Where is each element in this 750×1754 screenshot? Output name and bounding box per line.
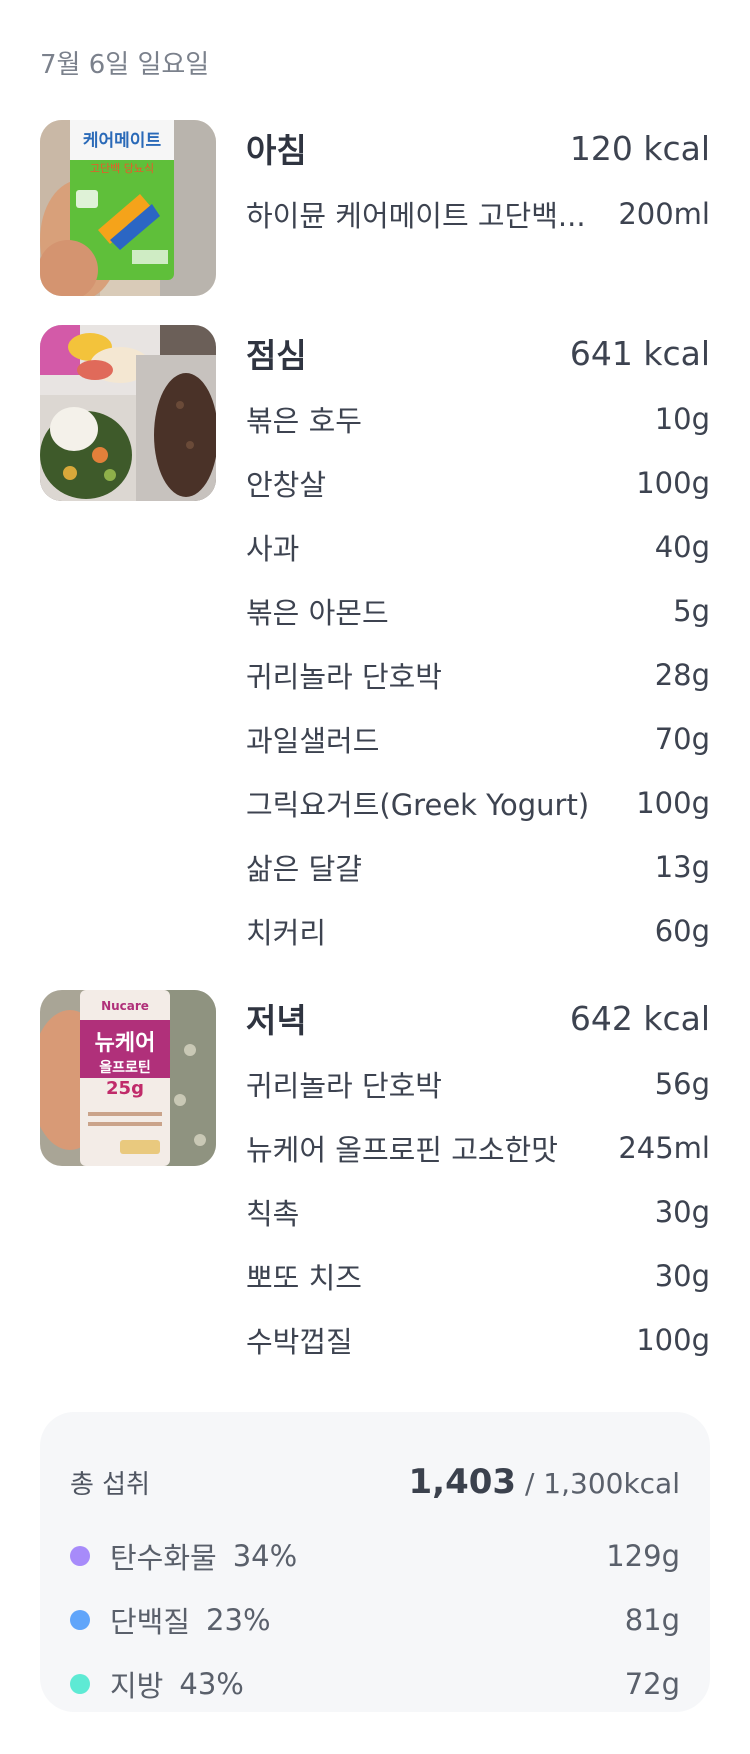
- macro-fat: 지방 43% 72g: [70, 1660, 680, 1708]
- bottle-product-label: 올프로틴: [99, 1059, 151, 1076]
- drink-carton-photo-icon: 케어메이트 고단백 당뇨식: [40, 120, 216, 296]
- lunch-photo[interactable]: [40, 325, 216, 501]
- goal-kcal-value: / 1,300kcal: [524, 1467, 680, 1500]
- bottle-name-label: 뉴케어: [95, 1031, 156, 1056]
- food-name: 볶은 호두: [246, 404, 362, 438]
- date-header: 7월 6일 일요일: [40, 50, 210, 80]
- bottle-protein-label: 25g: [106, 1078, 144, 1099]
- food-item[interactable]: 하이뮨 케어메이트 고단백... 200ml: [246, 182, 710, 246]
- summary-total: 1,403 / 1,300kcal: [409, 1462, 681, 1502]
- macro-amount: 72g: [624, 1667, 680, 1701]
- intake-summary-card: 총 섭취 1,403 / 1,300kcal 탄수화물 34% 129g 단백질…: [40, 1412, 710, 1712]
- food-list: 하이뮨 케어메이트 고단백... 200ml: [246, 176, 710, 246]
- food-amount: 60g: [654, 914, 710, 948]
- macro-name: 지방: [110, 1669, 164, 1703]
- food-name: 뉴케어 올프로핀 고소한맛: [246, 1133, 558, 1167]
- food-list: 귀리놀라 단호박 56g 뉴케어 올프로핀 고소한맛 245ml 칙촉 30g …: [246, 1046, 710, 1372]
- food-name: 볶은 아몬드: [246, 596, 389, 630]
- food-amount: 30g: [654, 1195, 710, 1229]
- breakfast-photo[interactable]: 케어메이트 고단백 당뇨식: [40, 120, 216, 296]
- food-item[interactable]: 수박껍질 100g: [246, 1308, 710, 1372]
- food-name: 안창살: [246, 468, 327, 502]
- meal-title: 아침: [246, 131, 307, 170]
- food-amount: 100g: [636, 466, 710, 500]
- food-item[interactable]: 칙촉 30g: [246, 1180, 710, 1244]
- food-amount: 100g: [636, 1323, 710, 1357]
- macro-percent: 34%: [232, 1539, 298, 1573]
- protein-drink-photo-icon: Nucare 뉴케어 올프로틴 25g: [40, 990, 216, 1166]
- food-amount: 56g: [654, 1067, 710, 1101]
- food-name: 칙촉: [246, 1197, 300, 1231]
- macro-percent: 43%: [179, 1667, 244, 1701]
- meal-kcal: 641 kcal: [569, 333, 710, 373]
- macro-carbs: 탄수화물 34% 129g: [70, 1532, 680, 1580]
- food-amount: 245ml: [618, 1131, 710, 1165]
- carton-sub-label: 고단백 당뇨식: [90, 162, 154, 175]
- food-amount: 100g: [636, 786, 710, 820]
- food-item[interactable]: 뽀또 치즈 30g: [246, 1244, 710, 1308]
- food-item[interactable]: 그릭요거트(Greek Yogurt) 100g: [246, 771, 710, 835]
- bottle-brand-label: Nucare: [101, 999, 149, 1013]
- food-item[interactable]: 귀리놀라 단호박 28g: [246, 643, 710, 707]
- food-name: 수박껍질: [246, 1325, 353, 1359]
- macro-amount: 81g: [624, 1603, 680, 1637]
- fat-dot-icon: [70, 1674, 90, 1694]
- food-amount: 28g: [654, 658, 710, 692]
- food-item[interactable]: 뉴케어 올프로핀 고소한맛 245ml: [246, 1116, 710, 1180]
- food-name: 치커리: [246, 916, 327, 950]
- summary-title: 총 섭취: [70, 1470, 151, 1500]
- food-item[interactable]: 과일샐러드 70g: [246, 707, 710, 771]
- food-amount: 10g: [654, 402, 710, 436]
- food-item[interactable]: 안창살 100g: [246, 451, 710, 515]
- lunch-container-photo-icon: [40, 325, 216, 501]
- dinner-photo[interactable]: Nucare 뉴케어 올프로틴 25g: [40, 990, 216, 1166]
- food-item[interactable]: 삶은 달걀 13g: [246, 835, 710, 899]
- macro-amount: 129g: [606, 1539, 680, 1573]
- meal-kcal: 120 kcal: [569, 128, 710, 168]
- macro-name: 탄수화물: [110, 1541, 217, 1575]
- food-name: 귀리놀라 단호박: [246, 660, 442, 694]
- macro-percent: 23%: [206, 1603, 271, 1637]
- food-amount: 5g: [673, 594, 710, 628]
- food-item[interactable]: 볶은 아몬드 5g: [246, 579, 710, 643]
- food-name: 귀리놀라 단호박: [246, 1069, 442, 1103]
- total-kcal-value: 1,403: [408, 1462, 517, 1502]
- food-name: 과일샐러드: [246, 724, 380, 758]
- food-name: 그릭요거트(Greek Yogurt): [246, 788, 590, 822]
- food-amount: 13g: [654, 850, 710, 884]
- protein-dot-icon: [70, 1610, 90, 1630]
- food-name: 하이뮨 케어메이트 고단백...: [246, 199, 586, 233]
- food-item[interactable]: 귀리놀라 단호박 56g: [246, 1052, 710, 1116]
- food-item[interactable]: 치커리 60g: [246, 899, 710, 963]
- food-amount: 70g: [654, 722, 710, 756]
- meal-title: 점심: [246, 336, 307, 375]
- food-amount: 40g: [654, 530, 710, 564]
- meal-title: 저녁: [246, 1001, 307, 1040]
- carbs-dot-icon: [70, 1546, 90, 1566]
- meal-kcal: 642 kcal: [569, 998, 710, 1038]
- food-name: 사과: [246, 532, 300, 566]
- macro-name: 단백질: [110, 1605, 191, 1639]
- food-item[interactable]: 사과 40g: [246, 515, 710, 579]
- food-amount: 200ml: [618, 197, 710, 231]
- food-name: 뽀또 치즈: [246, 1261, 362, 1295]
- food-item[interactable]: 볶은 호두 10g: [246, 387, 710, 451]
- food-amount: 30g: [654, 1259, 710, 1293]
- food-list: 볶은 호두 10g 안창살 100g 사과 40g 볶은 아몬드 5g 귀리놀라…: [246, 381, 710, 963]
- macro-protein: 단백질 23% 81g: [70, 1596, 680, 1644]
- carton-brand-label: 케어메이트: [83, 131, 162, 151]
- food-name: 삶은 달걀: [246, 852, 362, 886]
